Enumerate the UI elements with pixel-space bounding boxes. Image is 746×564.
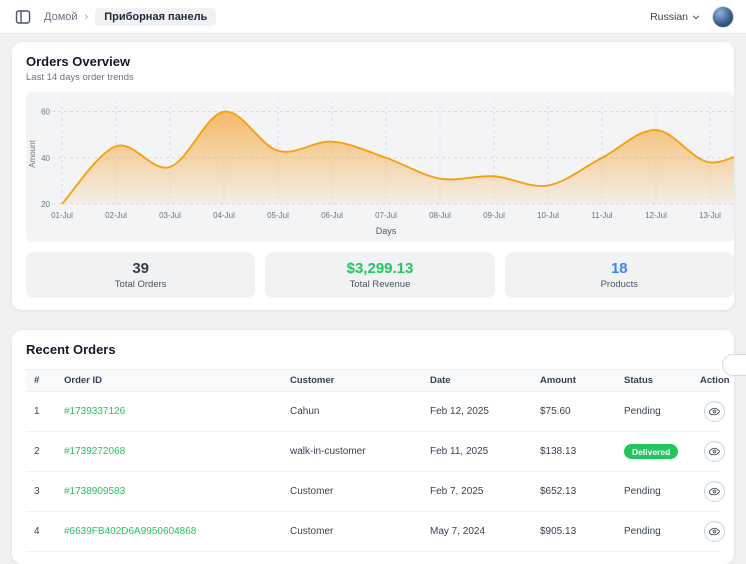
svg-text:07-Jul: 07-Jul bbox=[375, 211, 397, 220]
svg-text:20: 20 bbox=[41, 200, 50, 209]
amount-cell: $75.60 bbox=[540, 406, 571, 417]
svg-text:11-Jul: 11-Jul bbox=[591, 211, 612, 220]
orders-table-body: 1 #1739337126 Cahun Feb 12, 2025 $75.60 Pendi… bbox=[26, 391, 725, 552]
row-number: 1 bbox=[34, 406, 40, 417]
overview-title: Orders Overview bbox=[26, 54, 131, 69]
status-badge: Pending bbox=[624, 406, 661, 417]
eye-icon bbox=[709, 527, 720, 536]
order-id-link[interactable]: #1738909583 bbox=[64, 486, 125, 497]
col-header-date: Date bbox=[422, 369, 532, 392]
status-badge: Pending bbox=[624, 486, 661, 497]
col-header-order-id: Order ID bbox=[56, 369, 282, 392]
recent-orders-table: # Order ID Customer Date Amount Status A… bbox=[26, 369, 730, 552]
view-order-button[interactable] bbox=[704, 481, 725, 502]
recent-orders-title: Recent Orders bbox=[26, 342, 116, 357]
svg-text:60: 60 bbox=[41, 108, 50, 117]
amount-cell: $138.13 bbox=[540, 446, 577, 457]
customer-cell: Cahun bbox=[290, 406, 320, 417]
customer-cell: walk-in-customer bbox=[290, 446, 366, 457]
overview-subtitle: Last 14 days order trends bbox=[26, 72, 134, 83]
card-action-button[interactable] bbox=[722, 354, 746, 376]
row-number: 2 bbox=[34, 446, 40, 457]
sidebar-toggle-button[interactable] bbox=[12, 6, 34, 28]
row-number: 4 bbox=[34, 526, 40, 537]
overview-stats: 39 Total Orders $3,299.13 Total Revenue … bbox=[26, 252, 734, 298]
customer-cell: Customer bbox=[290, 526, 334, 537]
stat-products: 18 Products bbox=[504, 252, 734, 298]
stat-total-orders-value: 39 bbox=[132, 260, 149, 277]
col-header-amount: Amount bbox=[532, 369, 616, 392]
eye-icon bbox=[709, 407, 720, 416]
eye-icon bbox=[709, 487, 720, 496]
stat-total-orders-label: Total Orders bbox=[114, 279, 167, 290]
svg-text:03-Jul: 03-Jul bbox=[159, 211, 181, 220]
svg-text:12-Jul: 12-Jul bbox=[645, 211, 667, 220]
col-header-customer: Customer bbox=[282, 369, 422, 392]
order-id-link[interactable]: #1739337126 bbox=[64, 406, 125, 417]
svg-text:09-Jul: 09-Jul bbox=[483, 211, 505, 220]
breadcrumb-separator: › bbox=[84, 10, 89, 23]
view-order-button[interactable] bbox=[704, 401, 725, 422]
date-cell: Feb 12, 2025 bbox=[430, 406, 489, 417]
orders-area-chart-svg: 20 40 60 01-Jul 02-Jul 03-Jul 04-Jul 05-Jul 06-J… bbox=[28, 100, 734, 236]
chart-ylabel: Amount bbox=[28, 139, 37, 167]
svg-text:05-Jul: 05-Jul bbox=[267, 211, 289, 220]
stat-total-orders: 39 Total Orders bbox=[26, 252, 256, 298]
table-row: 1 #1739337126 Cahun Feb 12, 2025 $75.60 Pendi… bbox=[26, 391, 725, 432]
date-cell: May 7, 2024 bbox=[430, 526, 486, 537]
stat-products-label: Products bbox=[600, 279, 639, 290]
row-number: 3 bbox=[34, 486, 40, 497]
stat-total-revenue-value: $3,299.13 bbox=[346, 260, 414, 277]
svg-text:13-Jul: 13-Jul bbox=[699, 211, 721, 220]
status-badge: Pending bbox=[624, 526, 661, 537]
chart-xlabel: Days bbox=[376, 226, 397, 236]
order-id-link[interactable]: #1739272068 bbox=[64, 446, 125, 457]
top-bar: Домой › Приборная панель Russian bbox=[0, 0, 746, 34]
customer-cell: Customer bbox=[290, 486, 334, 497]
col-header-action: Action bbox=[692, 369, 730, 392]
svg-text:10-Jul: 10-Jul bbox=[537, 211, 559, 220]
amount-cell: $652.13 bbox=[540, 486, 577, 497]
avatar[interactable] bbox=[712, 5, 734, 28]
svg-text:01-Jul: 01-Jul bbox=[51, 211, 73, 220]
table-row: 3 #1738909583 Customer Feb 7, 2025 $652.13 Pe… bbox=[26, 471, 725, 512]
order-id-link[interactable]: #6639FB402D6A9950604868 bbox=[64, 526, 196, 537]
breadcrumb-home-link[interactable]: Домой bbox=[44, 11, 78, 23]
breadcrumb-current: Приборная панель bbox=[95, 7, 217, 26]
status-badge: Delivered bbox=[624, 444, 679, 459]
stat-products-value: 18 bbox=[610, 260, 628, 277]
table-header-row: # Order ID Customer Date Amount Status A… bbox=[26, 369, 730, 392]
date-cell: Feb 11, 2025 bbox=[430, 446, 489, 457]
stat-total-revenue: $3,299.13 Total Revenue bbox=[265, 252, 495, 298]
language-selector[interactable]: Russian bbox=[650, 11, 700, 23]
amount-cell: $905.13 bbox=[540, 526, 577, 537]
date-cell: Feb 7, 2025 bbox=[430, 486, 484, 497]
col-header-status: Status bbox=[616, 369, 692, 392]
svg-text:06-Jul: 06-Jul bbox=[321, 211, 343, 220]
orders-trend-chart: 20 40 60 01-Jul 02-Jul 03-Jul 04-Jul 05-Jul 06-J… bbox=[26, 92, 734, 242]
svg-text:02-Jul: 02-Jul bbox=[105, 211, 127, 220]
dashboard-main: Orders Overview Last 14 days order trend… bbox=[0, 34, 746, 564]
orders-overview-card: Orders Overview Last 14 days order trend… bbox=[12, 42, 734, 310]
svg-text:04-Jul: 04-Jul bbox=[213, 211, 235, 220]
svg-text:08-Jul: 08-Jul bbox=[429, 211, 451, 220]
eye-icon bbox=[709, 447, 720, 456]
view-order-button[interactable] bbox=[704, 441, 725, 462]
chevron-down-icon bbox=[692, 14, 700, 20]
breadcrumb: Домой › Приборная панель bbox=[44, 7, 217, 26]
stat-total-revenue-label: Total Revenue bbox=[349, 279, 411, 290]
table-row: 4 #6639FB402D6A9950604868 Customer May 7, 2… bbox=[26, 511, 725, 552]
view-order-button[interactable] bbox=[704, 521, 725, 542]
table-row: 2 #1739272068 walk-in-customer Feb 11, 2025… bbox=[26, 431, 725, 472]
language-label: Russian bbox=[650, 10, 688, 23]
recent-orders-card: Recent Orders # Order ID Customer Date A… bbox=[12, 330, 746, 564]
sidebar-toggle-icon bbox=[15, 9, 31, 24]
col-header-num: # bbox=[26, 369, 56, 392]
svg-text:40: 40 bbox=[41, 154, 50, 163]
